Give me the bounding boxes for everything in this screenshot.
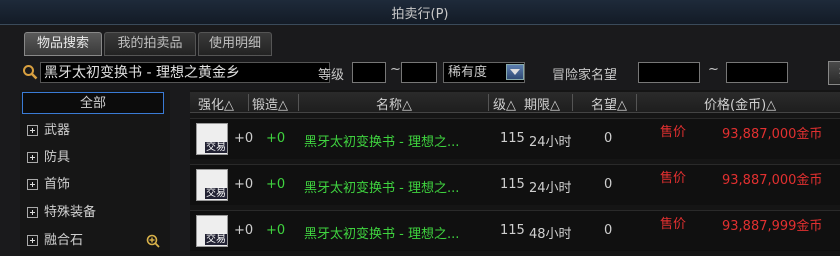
search-input[interactable]: 黑牙太初变换书 - 理想之黄金乡 xyxy=(40,62,330,83)
tab-my-auctions[interactable]: 我的拍卖品 xyxy=(104,32,196,56)
reputation-min-field[interactable] xyxy=(638,62,700,83)
table-row[interactable]: 交易 +0 +0 黑牙太初变换书 - 理想之... 115 24小时 0 售价 … xyxy=(190,164,840,205)
search-icon xyxy=(23,65,38,80)
column-name[interactable]: 名称△ xyxy=(376,94,412,113)
category-sidebar: 全部 武器 防具 首饰 特殊装备 融合石 xyxy=(20,90,170,256)
zoom-in-icon[interactable] xyxy=(146,234,160,248)
category-special-equipment[interactable]: 特殊装备 xyxy=(22,202,164,224)
column-level[interactable]: 级△ xyxy=(493,94,516,113)
trade-tag: 交易 xyxy=(205,142,227,153)
level-cell: 115 xyxy=(500,223,525,238)
category-label: 首饰 xyxy=(44,177,71,192)
item-icon[interactable]: 交易 xyxy=(196,123,228,155)
column-enhance[interactable]: 强化△ xyxy=(198,94,234,113)
reputation-cell: 0 xyxy=(604,223,613,238)
enhance-cell: +0 xyxy=(234,177,254,192)
duration-cell: 48小时 xyxy=(529,227,572,242)
level-cell: 115 xyxy=(500,177,525,192)
item-name-cell: 黑牙太初变换书 - 理想之... xyxy=(304,227,460,242)
category-label: 全部 xyxy=(79,96,106,111)
enhance-cell: +0 xyxy=(234,223,254,238)
forge-cell: +0 xyxy=(266,177,286,192)
category-label: 融合石 xyxy=(44,233,84,248)
table-row[interactable]: 交易 +0 +0 黑牙太初变换书 - 理想之... 115 48小时 0 售价 … xyxy=(190,210,840,251)
price-cell: 93,887,999金币 xyxy=(722,219,823,234)
level-cell: 115 xyxy=(500,131,525,146)
column-divider xyxy=(636,94,637,111)
reputation-label: 冒险家名望 xyxy=(552,68,618,83)
price-type-label: 售价 xyxy=(660,171,687,186)
expand-icon[interactable] xyxy=(27,152,38,163)
level-label: 等级 xyxy=(318,68,345,83)
expand-icon[interactable] xyxy=(27,125,38,136)
level-range-separator: ~ xyxy=(390,62,401,77)
forge-cell: +0 xyxy=(266,223,286,238)
category-label: 特殊装备 xyxy=(44,205,97,220)
reputation-cell: 0 xyxy=(604,177,613,192)
price-cell: 93,887,000金币 xyxy=(722,173,823,188)
window-titlebar: 拍卖行(P) xyxy=(0,0,840,25)
category-weapons[interactable]: 武器 xyxy=(22,120,164,142)
level-max-field[interactable] xyxy=(401,62,437,83)
tab-item-search[interactable]: 物品搜索 xyxy=(24,32,102,56)
duration-cell: 24小时 xyxy=(529,181,572,196)
column-divider xyxy=(572,94,573,111)
expand-icon[interactable] xyxy=(27,179,38,190)
column-duration[interactable]: 期限△ xyxy=(524,94,560,113)
rarity-select-label: 稀有度 xyxy=(448,65,488,80)
level-min-field[interactable] xyxy=(352,62,386,83)
window-title: 拍卖行(P) xyxy=(391,7,449,22)
price-type-label: 售价 xyxy=(660,125,687,140)
column-divider xyxy=(298,94,299,111)
forge-cell: +0 xyxy=(266,131,286,146)
table-row[interactable]: 交易 +0 +0 黑牙太初变换书 - 理想之... 115 24小时 0 售价 … xyxy=(190,118,840,159)
item-name-cell: 黑牙太初变换书 - 理想之... xyxy=(304,181,460,196)
results-header: 强化△ 锻造△ 名称△ 级△ 期限△ 名望△ 价格(金币)△ xyxy=(190,92,840,113)
column-reputation[interactable]: 名望△ xyxy=(591,94,627,113)
expand-icon[interactable] xyxy=(27,235,38,246)
category-accessories[interactable]: 首饰 xyxy=(22,174,164,196)
column-divider xyxy=(248,94,249,111)
reputation-range-separator: ~ xyxy=(708,62,719,77)
category-label: 武器 xyxy=(44,123,71,138)
results-panel: 强化△ 锻造△ 名称△ 级△ 期限△ 名望△ 价格(金币)△ 交易 +0 +0 … xyxy=(190,90,840,256)
price-type-label: 售价 xyxy=(660,217,687,232)
trade-tag: 交易 xyxy=(205,188,227,199)
item-icon[interactable]: 交易 xyxy=(196,169,228,201)
search-button[interactable]: 搜 xyxy=(828,61,840,85)
category-all[interactable]: 全部 xyxy=(22,92,164,114)
column-forge[interactable]: 锻造△ xyxy=(252,94,288,113)
reputation-max-field[interactable] xyxy=(726,62,788,83)
chevron-down-icon[interactable] xyxy=(506,64,524,80)
enhance-cell: +0 xyxy=(234,131,254,146)
column-price[interactable]: 价格(金币)△ xyxy=(704,94,776,113)
item-name-cell: 黑牙太初变换书 - 理想之... xyxy=(304,135,460,150)
item-icon[interactable]: 交易 xyxy=(196,215,228,247)
tab-usage-details[interactable]: 使用明细 xyxy=(198,32,272,56)
column-divider xyxy=(488,94,489,111)
price-cell: 93,887,000金币 xyxy=(722,127,823,142)
expand-icon[interactable] xyxy=(27,207,38,218)
category-armor[interactable]: 防具 xyxy=(22,147,164,169)
duration-cell: 24小时 xyxy=(529,135,572,150)
category-label: 防具 xyxy=(44,150,71,165)
trade-tag: 交易 xyxy=(205,234,227,245)
category-fusion-stone[interactable]: 融合石 xyxy=(22,230,164,252)
search-bar: 黑牙太初变换书 - 理想之黄金乡 等级 ~ 稀有度 冒险家名望 ~ 搜 xyxy=(16,60,840,86)
reputation-cell: 0 xyxy=(604,131,613,146)
